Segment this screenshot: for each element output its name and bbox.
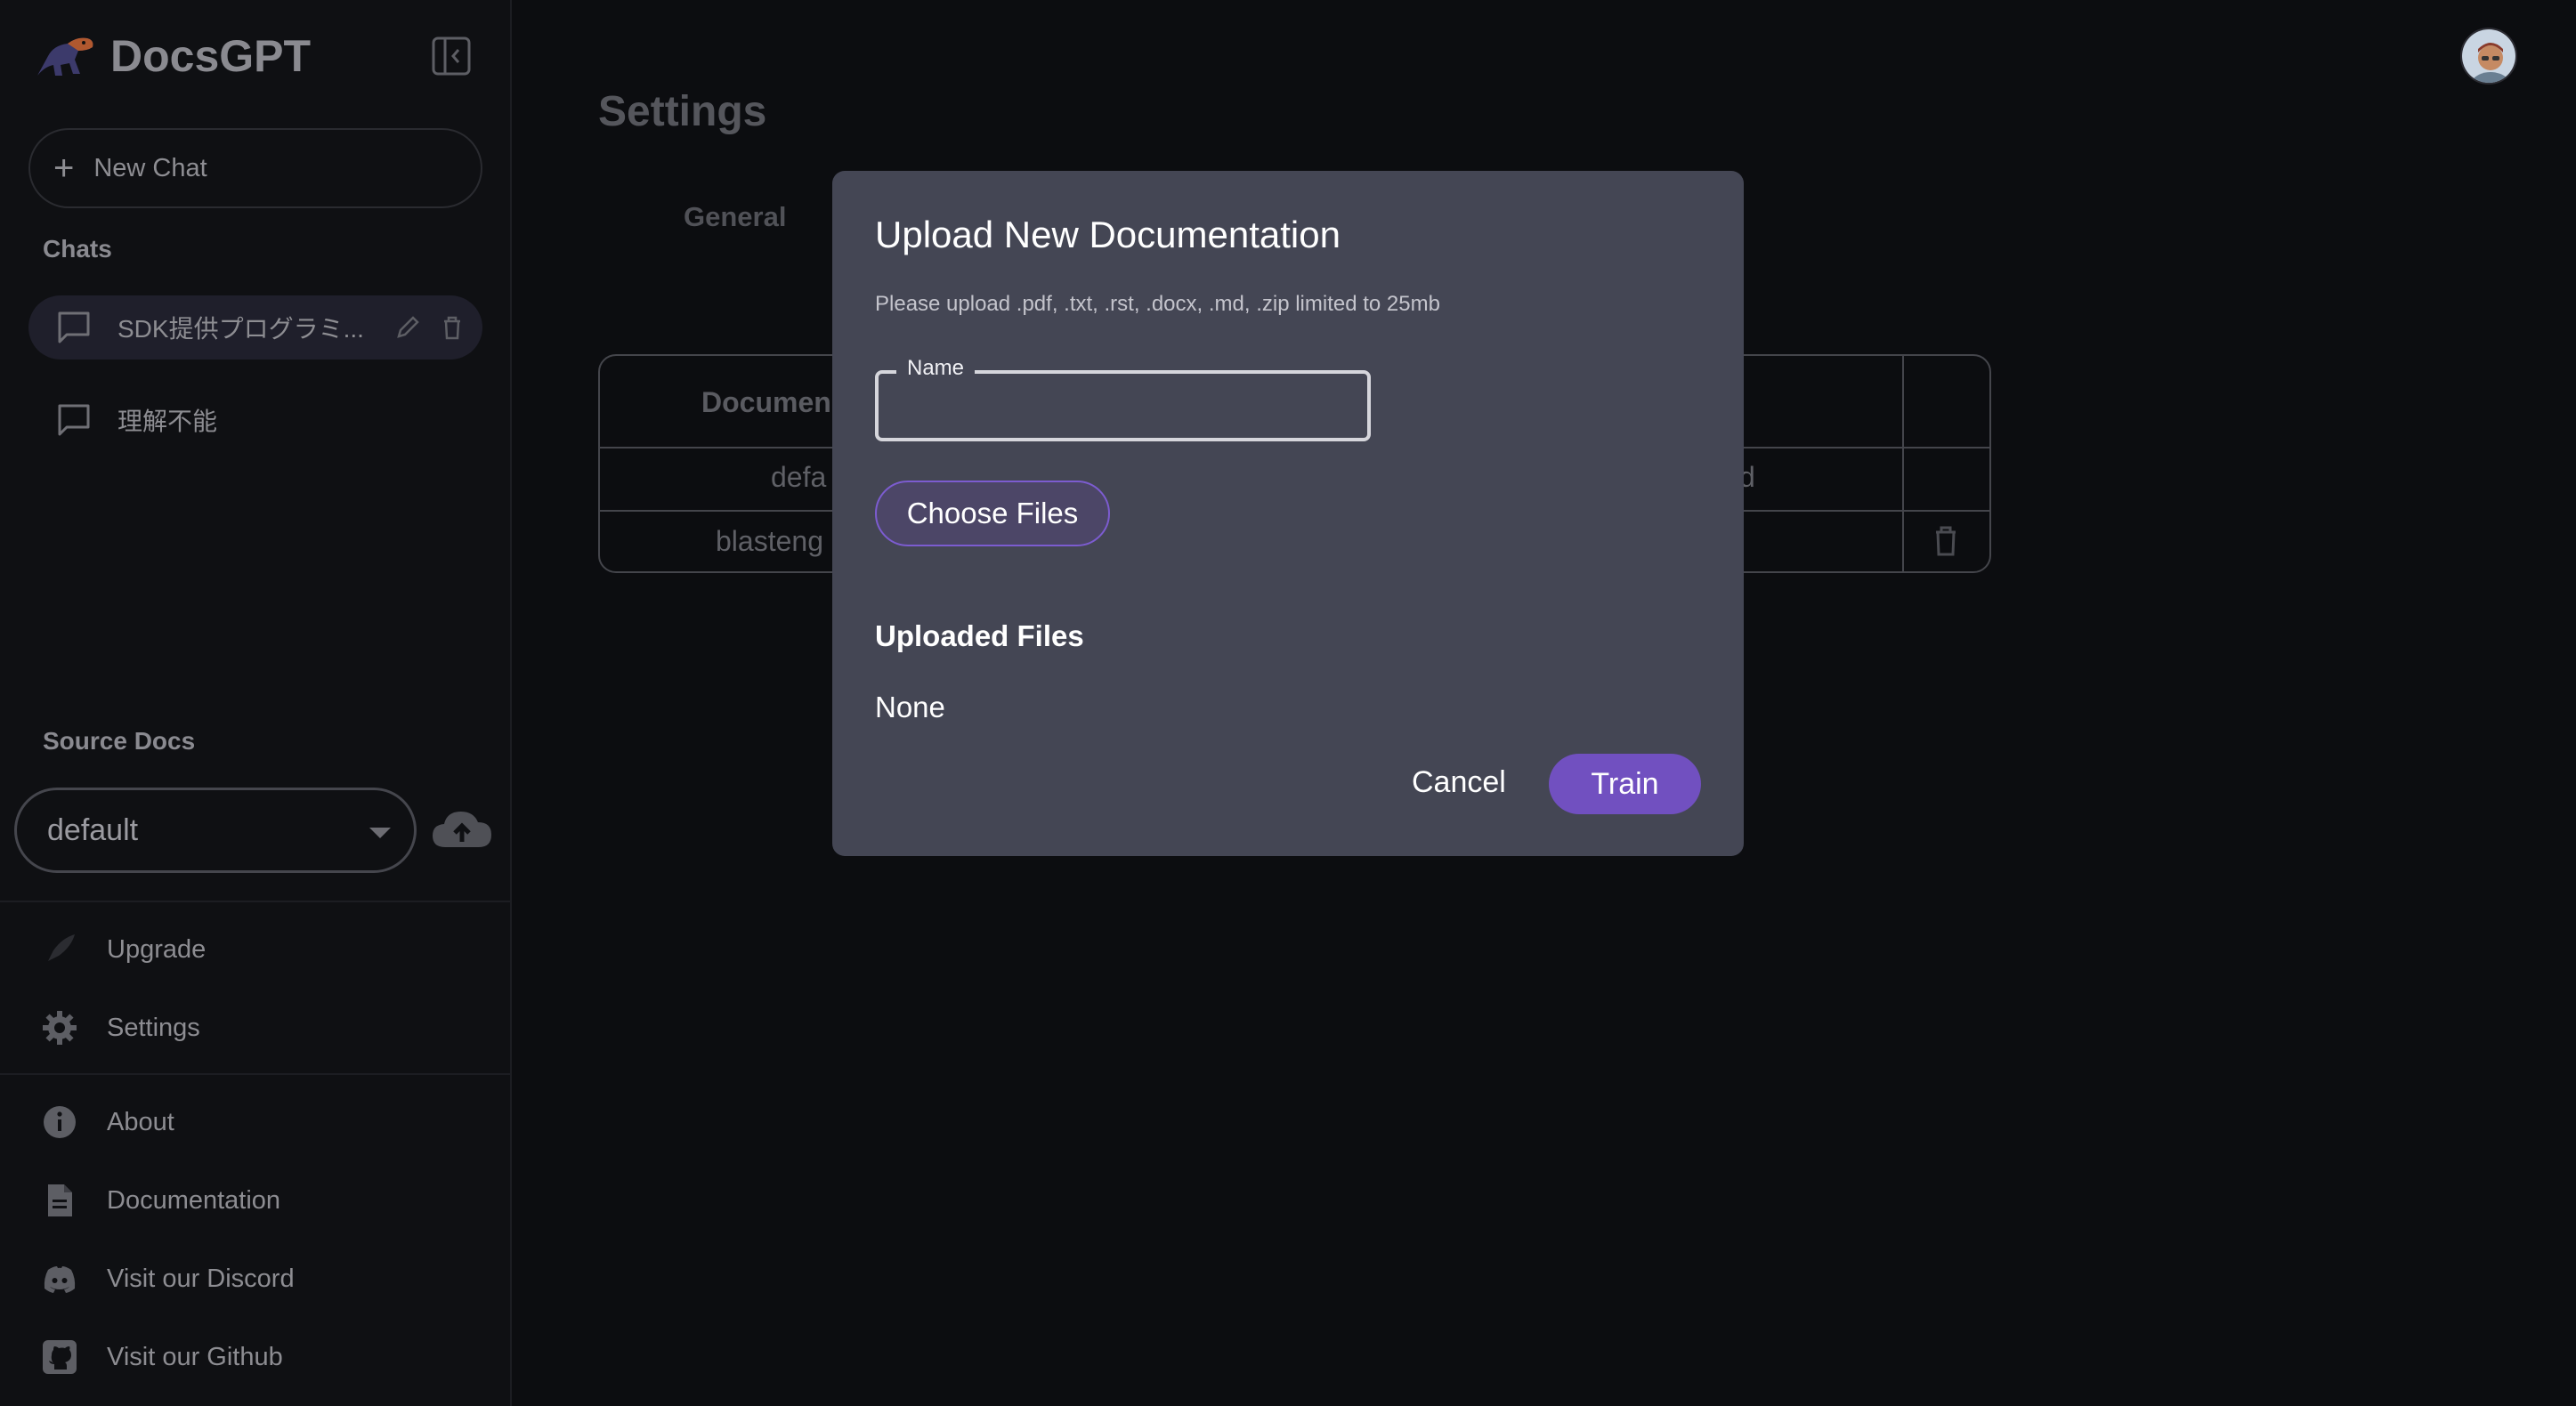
nav-item-label: Documentation — [107, 1185, 281, 1215]
chat-item[interactable]: SDK提供プログラミ... — [28, 295, 482, 360]
cancel-button[interactable]: Cancel — [1412, 765, 1506, 800]
nav-item-label: Upgrade — [107, 934, 207, 964]
collapse-sidebar-icon[interactable] — [431, 36, 472, 77]
page-title: Settings — [598, 88, 767, 135]
sidebar: DocsGPT + New Chat Chats SDK提供プログラミ... 理… — [0, 0, 512, 1406]
info-icon — [44, 1106, 76, 1138]
source-docs-heading: Source Docs — [43, 727, 196, 755]
app-root: DocsGPT + New Chat Chats SDK提供プログラミ... 理… — [0, 0, 2576, 1406]
plus-icon: + — [53, 149, 75, 188]
new-chat-button[interactable]: + New Chat — [28, 128, 482, 208]
new-chat-label: New Chat — [93, 153, 207, 182]
edit-icon[interactable] — [393, 313, 422, 342]
nav-item-label: About — [107, 1107, 174, 1136]
sidebar-divider — [0, 1073, 512, 1075]
chat-item-label: SDK提供プログラミ... — [117, 315, 364, 343]
nav-item-documentation[interactable]: Documentation — [41, 1178, 280, 1223]
nav-item-settings[interactable]: Settings — [41, 1006, 200, 1050]
table-header-document: Documen — [701, 386, 831, 418]
table-divider — [1902, 356, 1904, 571]
name-input[interactable] — [879, 374, 1367, 438]
nav-item-upgrade[interactable]: Upgrade — [41, 927, 206, 972]
chat-bubble-icon — [58, 404, 90, 436]
gear-icon — [43, 1011, 77, 1045]
modal-title: Upload New Documentation — [875, 214, 1341, 255]
source-docs-select[interactable]: default — [14, 788, 417, 873]
uploaded-files-value: None — [875, 691, 945, 723]
table-cell: defa — [771, 461, 827, 493]
train-button[interactable]: Train — [1549, 754, 1701, 814]
avatar-image — [2462, 29, 2515, 83]
uploaded-files-heading: Uploaded Files — [875, 619, 1084, 652]
name-field-label: Name — [896, 356, 976, 381]
dino-logo-icon — [37, 37, 93, 76]
table-cell: blasteng — [716, 525, 823, 557]
nav-item-discord[interactable]: Visit our Discord — [41, 1257, 295, 1301]
github-icon — [43, 1340, 77, 1374]
brand-name: DocsGPT — [110, 31, 312, 81]
name-field[interactable]: Name — [875, 356, 1371, 441]
modal-subtitle: Please upload .pdf, .txt, .rst, .docx, .… — [875, 292, 1440, 316]
nav-item-label: Visit our Discord — [107, 1264, 295, 1293]
sidebar-divider — [0, 901, 512, 902]
chat-item[interactable]: 理解不能 — [28, 388, 482, 452]
source-docs-selected: default — [47, 812, 139, 847]
chat-item-actions — [393, 313, 466, 342]
brand-logo-row[interactable]: DocsGPT — [32, 25, 311, 87]
tab-general[interactable]: General — [684, 201, 786, 233]
cloud-upload-icon[interactable] — [429, 804, 495, 854]
nav-item-label: Settings — [107, 1013, 200, 1042]
chat-bubble-icon — [58, 311, 90, 343]
nav-item-about[interactable]: About — [41, 1100, 174, 1144]
chevron-down-icon — [369, 828, 391, 838]
chat-item-label: 理解不能 — [117, 408, 218, 435]
discord-icon — [44, 1266, 76, 1293]
choose-files-button[interactable]: Choose Files — [875, 481, 1110, 546]
nav-item-label: Visit our Github — [107, 1342, 283, 1371]
trash-icon[interactable] — [438, 313, 466, 342]
user-avatar[interactable] — [2460, 28, 2517, 85]
nav-item-github[interactable]: Visit our Github — [41, 1335, 283, 1379]
upload-docs-modal: Upload New Documentation Please upload .… — [832, 171, 1744, 856]
rocket-icon — [48, 934, 75, 961]
chats-heading: Chats — [43, 235, 112, 263]
trash-icon[interactable] — [1932, 525, 1959, 557]
document-icon — [48, 1184, 72, 1216]
